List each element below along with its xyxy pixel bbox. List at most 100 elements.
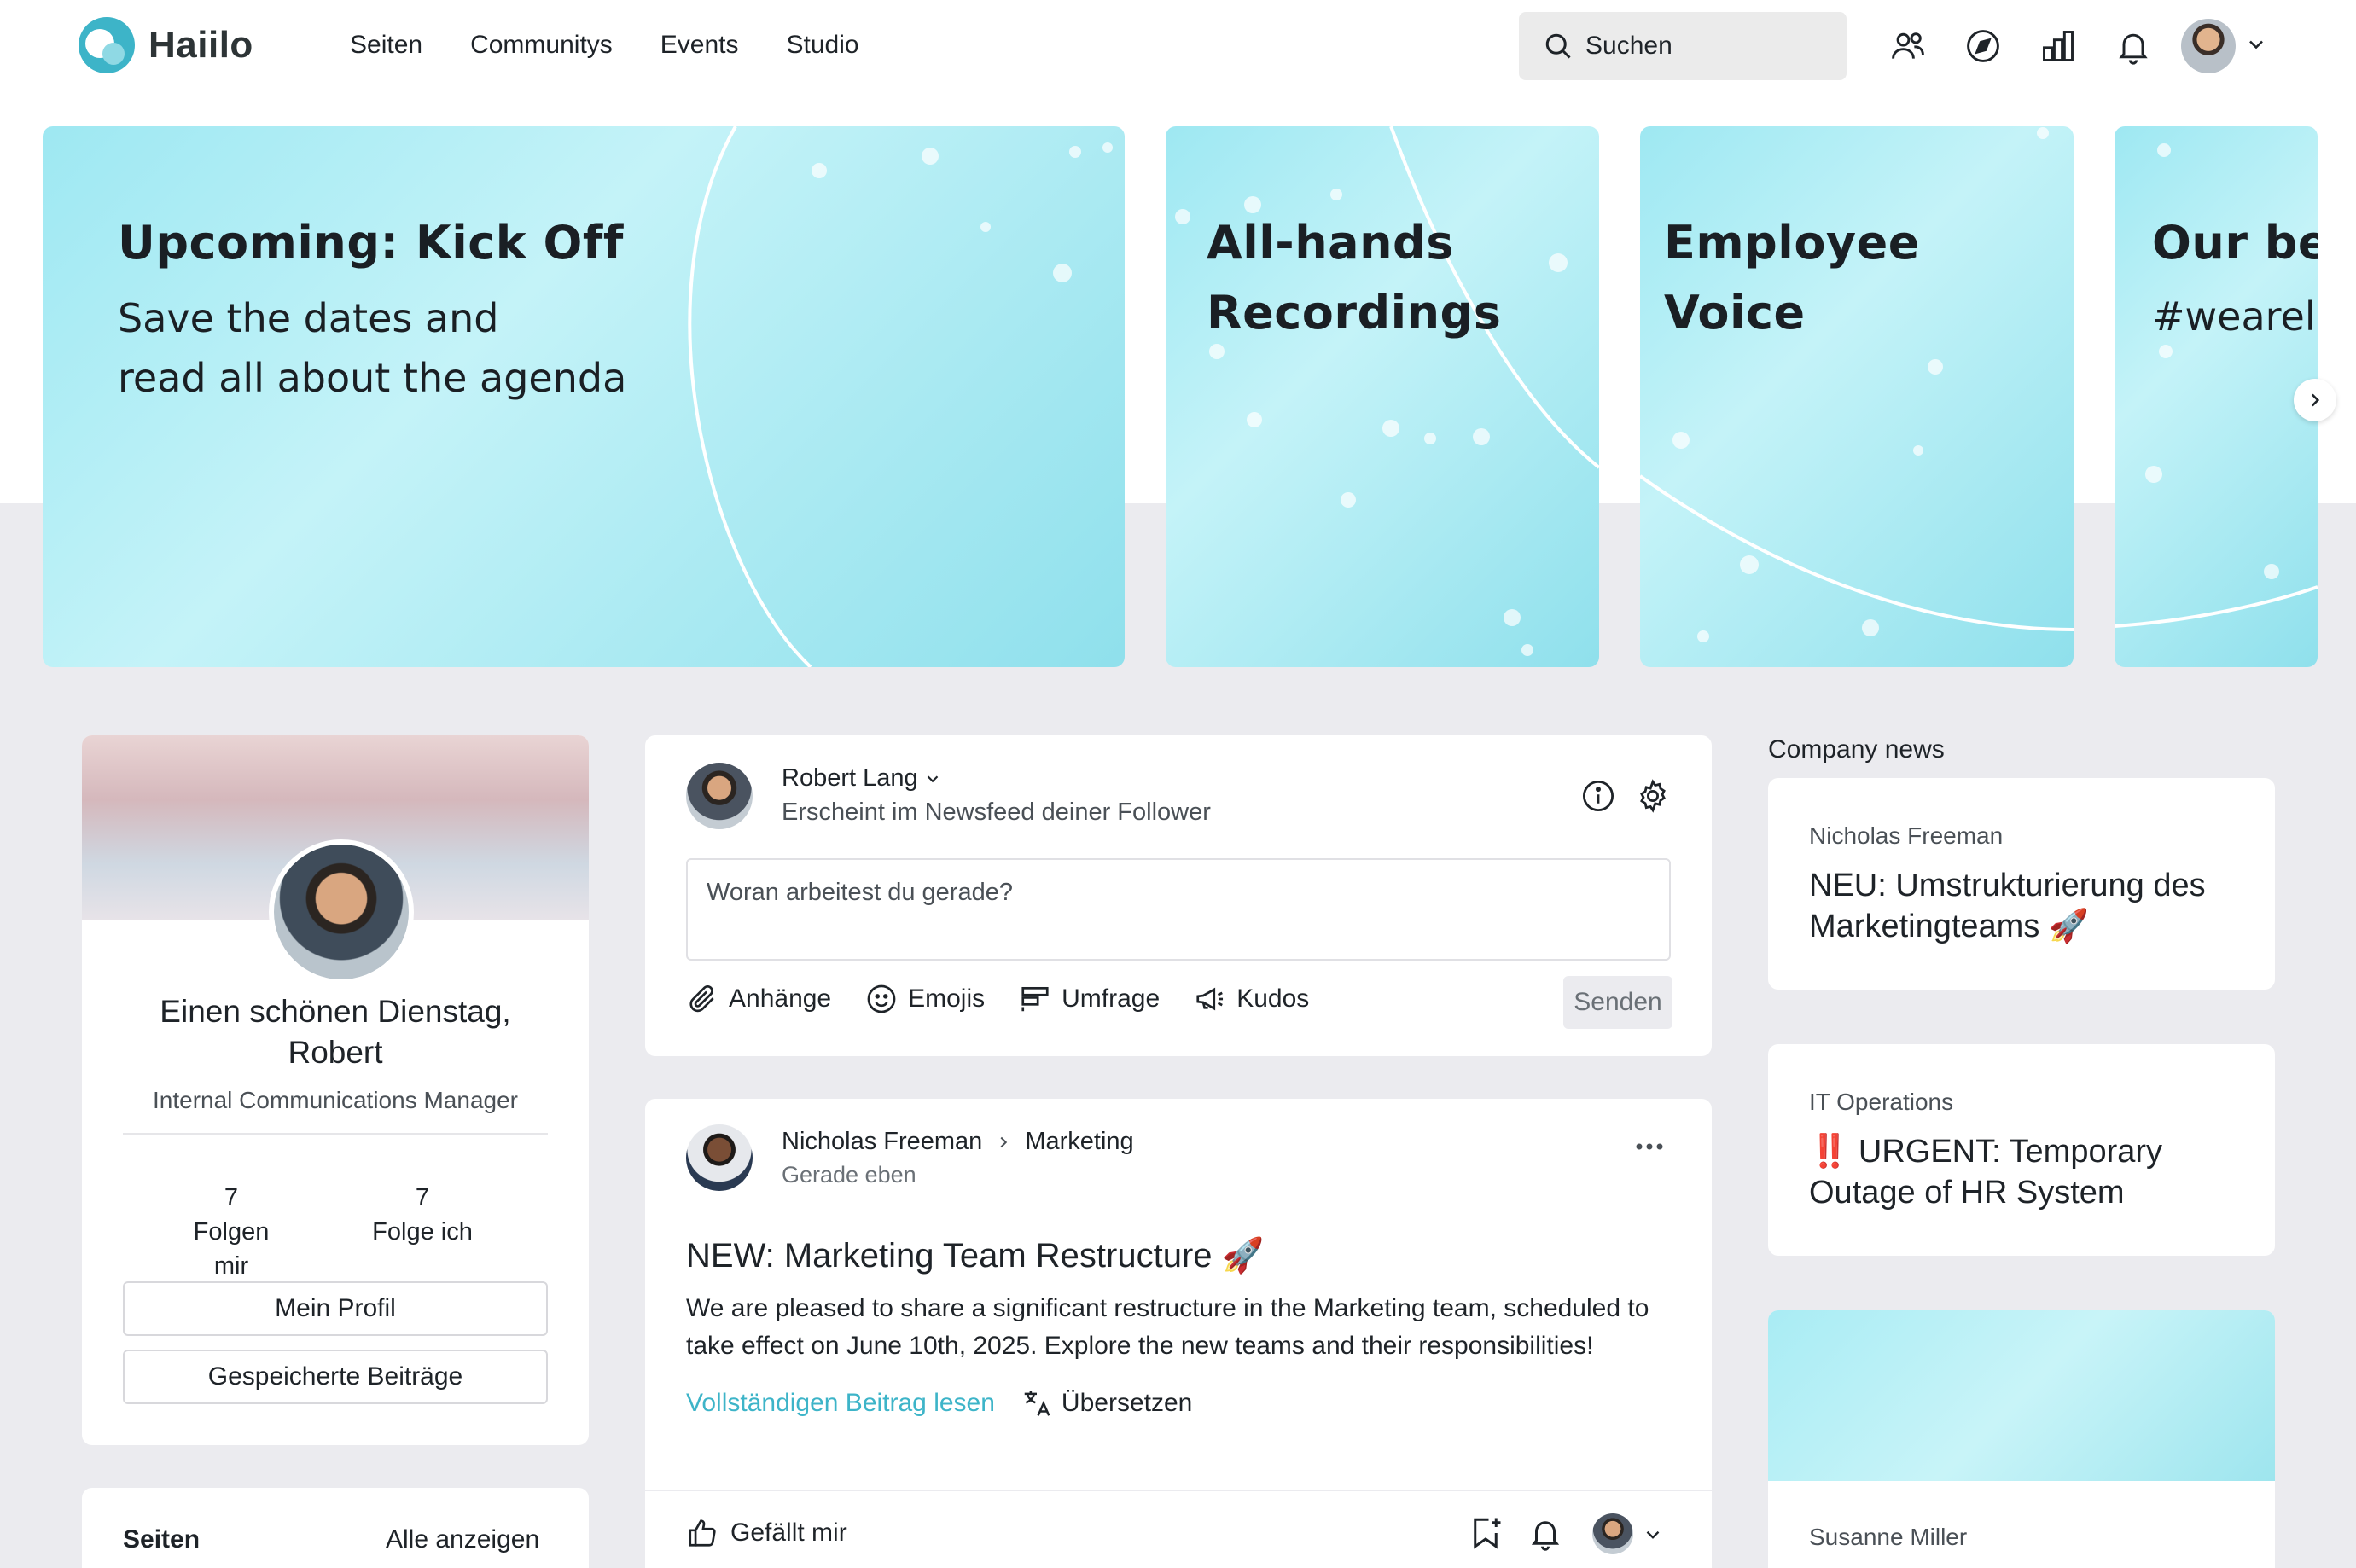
gear-icon [1640,779,1666,813]
news-item[interactable]: IT Operations ‼️ URGENT: Temporary Outag… [1768,1044,2275,1256]
saved-posts-button[interactable]: Gespeicherte Beiträge [123,1350,548,1404]
post-divider [645,1490,1712,1491]
launchpad-button[interactable] [1961,24,2005,68]
nav-item-communitys[interactable]: Communitys [470,31,613,60]
smiley-icon [867,984,896,1013]
notifications-button[interactable] [2111,24,2155,68]
poll-label: Umfrage [1062,984,1161,1013]
poll-button[interactable]: Umfrage [1019,983,1160,1015]
read-full-post-link[interactable]: Vollständigen Beitrag lesen [686,1389,995,1418]
top-navigation-bar: Haiilo Seiten Communitys Events Studio S… [0,0,2356,94]
post-more-button[interactable] [1635,1140,1664,1155]
haiilo-logo[interactable]: Haiilo [79,17,253,73]
post-links: Vollständigen Beitrag lesen Übersetzen [686,1387,1192,1420]
banner-kick-off[interactable]: Upcoming: Kick Off Save the dates and re… [43,126,1125,667]
pages-card-title: Seiten [123,1525,201,1553]
news-author: Nicholas Freeman [1809,822,2004,849]
haiilo-logo-icon [79,17,135,73]
search-icon [1545,33,1571,59]
kudos-button[interactable]: Kudos [1194,983,1309,1015]
following-count: 7 [415,1184,430,1211]
like-button[interactable]: Gefällt mir [686,1517,847,1549]
banner-subtitle-line-1: Save the dates and [118,295,499,341]
followers-stat[interactable]: 7 Folgen mir [176,1181,287,1283]
following-label: Folge ich [372,1218,473,1246]
logo-text: Haiilo [148,24,253,66]
more-horizontal-icon [1636,1143,1663,1150]
composer-settings-button[interactable] [1635,778,1671,818]
composer-text-input[interactable]: Woran arbeitest du gerade? [686,858,1671,961]
main-nav: Seiten Communitys Events Studio [350,31,859,60]
attachments-label: Anhänge [729,984,832,1013]
bar-chart-icon [2043,31,2074,61]
profile-card: Einen schönen Dienstag, Robert Internal … [82,735,589,1445]
post-body: We are pleased to share a significant re… [686,1294,1649,1360]
news-image [1768,1310,2275,1481]
banner-title-line-2: Recordings [1207,286,1502,340]
post-author-line: Nicholas Freeman Marketing [782,1128,1134,1156]
compass-icon [1967,30,1999,62]
post-author-name[interactable]: Nicholas Freeman [782,1128,982,1156]
news-item[interactable]: Susanne Miller [1768,1310,2275,1568]
banner-subtitle: #wearel [2152,293,2316,340]
followers-count: 7 [224,1184,239,1211]
thumbs-up-icon [689,1519,716,1547]
people-directory-button[interactable] [1886,24,1930,68]
post-composer: Robert Lang Erscheint im Newsfeed deiner… [645,735,1712,1056]
feed-post: Nicholas Freeman Marketing Gerade eben N… [645,1099,1712,1568]
greeting-text: Einen schönen Dienstag, Robert [160,994,511,1070]
post-target-name[interactable]: Marketing [1025,1128,1133,1156]
banner-title-line-1: Employee [1664,216,1920,270]
nav-item-seiten[interactable]: Seiten [350,31,422,60]
job-title: Internal Communications Manager [153,1087,518,1113]
news-author: IT Operations [1809,1089,1954,1115]
user-avatar-menu[interactable] [2181,19,2236,73]
show-all-pages-link[interactable]: Alle anzeigen [386,1525,539,1554]
following-stat[interactable]: 7 Folge ich [367,1181,478,1249]
composer-author-name: Robert Lang [782,764,918,792]
chevron-down-icon[interactable] [1642,1524,1664,1546]
send-button[interactable]: Senden [1563,976,1672,1029]
people-icon [1892,32,1924,59]
bookmark-button[interactable] [1468,1515,1504,1555]
banner-next-button[interactable] [2294,379,2336,421]
post-author-avatar[interactable] [686,1124,753,1191]
nav-item-events[interactable]: Events [660,31,739,60]
my-profile-button[interactable]: Mein Profil [123,1281,548,1336]
news-title: ‼️ URGENT: Temporary Outage of HR System [1809,1134,2163,1211]
search-label: Suchen [1585,32,1672,60]
nav-item-studio[interactable]: Studio [787,31,859,60]
banner-all-hands[interactable]: All-hands Recordings [1166,126,1599,667]
banner-employee-voice[interactable]: Employee Voice [1640,126,2074,667]
composer-info-button[interactable] [1580,778,1616,818]
analytics-button[interactable] [2036,24,2080,68]
composer-author-select[interactable]: Robert Lang [782,764,942,793]
news-item[interactable]: Nicholas Freeman NEU: Umstrukturierung d… [1768,778,2275,990]
bell-icon [1531,1521,1560,1551]
followers-label: Folgen mir [193,1218,270,1280]
post-title[interactable]: NEW: Marketing Team Restructure 🚀 [686,1235,1264,1275]
banner-title-line-2: Voice [1664,286,1806,340]
profile-divider [123,1133,548,1135]
chevron-down-icon[interactable] [2244,32,2268,56]
chevron-right-icon [2311,393,2320,407]
post-timestamp: Gerade eben [782,1162,916,1188]
composer-actions: Anhänge Emojis Umfrage Kudos [686,983,1309,1015]
post-as-avatar[interactable] [1592,1513,1633,1554]
banner-title: Upcoming: Kick Off [118,216,624,270]
banner-our-best[interactable]: Our be #wearel [2115,126,2318,667]
kudos-label: Kudos [1236,984,1310,1013]
profile-avatar[interactable] [269,839,414,984]
banner-subtitle-line-2: read all about the agenda [118,355,627,401]
bookmark-add-icon [1474,1518,1501,1549]
company-news-title: Company news [1768,735,1945,764]
banner-title-line-1: All-hands [1207,216,1454,270]
attachments-button[interactable]: Anhänge [686,983,831,1015]
emojis-label: Emojis [908,984,986,1013]
translate-icon [1024,1391,1050,1416]
emojis-button[interactable]: Emojis [865,983,985,1015]
post-subscribe-button[interactable] [1527,1515,1563,1555]
search-input[interactable]: Suchen [1519,12,1847,80]
chevron-right-icon [1000,1136,1008,1147]
translate-button[interactable]: Übersetzen [1021,1387,1192,1420]
